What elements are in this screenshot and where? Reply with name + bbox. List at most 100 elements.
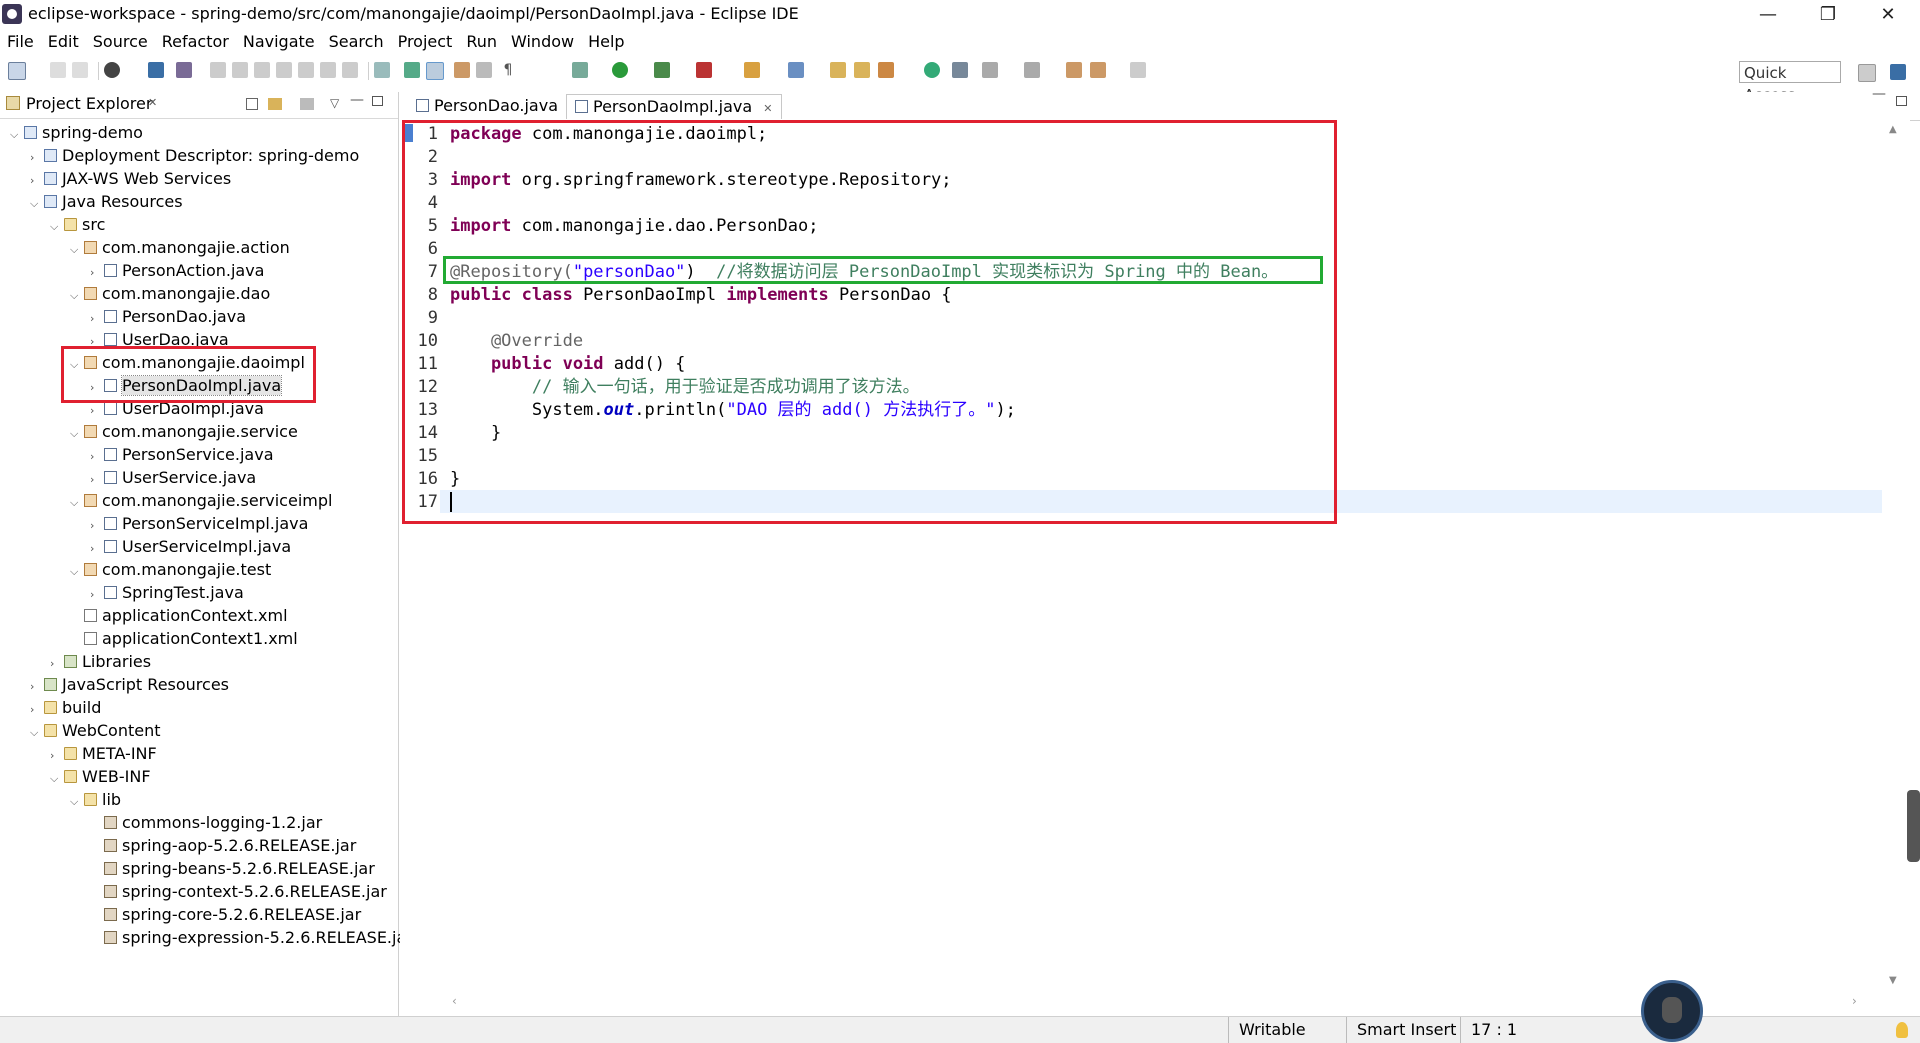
tree-item[interactable]: ⌵ com.manongajie.action — [70, 236, 290, 259]
profile-icon[interactable] — [104, 62, 120, 78]
menu-navigate[interactable]: Navigate — [236, 30, 322, 54]
highlight-icon[interactable] — [426, 62, 444, 80]
chevron-right-icon[interactable]: › — [30, 169, 44, 192]
quick-access-field[interactable]: Quick Access — [1739, 61, 1841, 104]
tree-item[interactable]: › Deployment Descriptor: spring-demo — [30, 144, 359, 167]
minimize-editor-icon[interactable]: — — [1872, 86, 1886, 102]
tree-item[interactable]: ⌵ spring-demo — [10, 121, 143, 144]
tree-item[interactable]: › JAX-WS Web Services — [30, 167, 231, 190]
tree-item[interactable]: ⌵ com.manongajie.service — [70, 420, 298, 443]
run-icon[interactable] — [612, 62, 628, 78]
chevron-right-icon[interactable]: › — [90, 583, 104, 606]
scroll-down-icon[interactable]: ▼ — [1889, 975, 1897, 986]
use-step-filters-icon[interactable] — [374, 62, 390, 78]
resume-icon[interactable] — [210, 62, 226, 78]
menu-run[interactable]: Run — [459, 30, 504, 54]
tree-item[interactable]: spring-aop-5.2.6.RELEASE.jar — [90, 834, 356, 857]
chevron-down-icon[interactable]: ⌵ — [30, 192, 44, 215]
new-icon[interactable] — [8, 62, 26, 80]
chevron-right-icon[interactable]: › — [90, 514, 104, 537]
chevron-down-icon[interactable]: ⌵ — [70, 284, 84, 307]
chevron-right-icon[interactable]: › — [50, 652, 64, 675]
chevron-down-icon[interactable]: ⌵ — [70, 422, 84, 445]
collapse-all-icon[interactable] — [246, 98, 258, 110]
chevron-right-icon[interactable]: › — [90, 445, 104, 468]
tree-item[interactable]: applicationContext1.xml — [70, 627, 298, 650]
vertical-scrollbar[interactable]: ▲ ▼ — [1885, 120, 1905, 990]
next-annotation-icon[interactable] — [982, 62, 998, 78]
chevron-right-icon[interactable]: › — [90, 468, 104, 491]
new-java-package-icon[interactable] — [744, 62, 760, 78]
chevron-right-icon[interactable]: › — [90, 307, 104, 330]
tree-item[interactable]: › JavaScript Resources — [30, 673, 229, 696]
tree-item[interactable]: spring-core-5.2.6.RELEASE.jar — [90, 903, 361, 926]
tree-item[interactable]: › Libraries — [50, 650, 151, 673]
tree-item[interactable]: ⌵ com.manongajie.test — [70, 558, 271, 581]
scroll-up-icon[interactable]: ▲ — [1889, 124, 1897, 135]
scroll-left-icon[interactable]: ‹ — [452, 994, 457, 1008]
terminate-icon[interactable] — [254, 62, 270, 78]
menu-search[interactable]: Search — [322, 30, 391, 54]
chevron-right-icon[interactable]: › — [50, 744, 64, 767]
chevron-right-icon[interactable]: › — [30, 698, 44, 721]
tree-item[interactable]: spring-beans-5.2.6.RELEASE.jar — [90, 857, 375, 880]
menu-file[interactable]: File — [0, 30, 41, 54]
tree-item[interactable]: › SpringTest.java — [90, 581, 244, 604]
tree-item[interactable]: ⌵ Java Resources — [30, 190, 183, 213]
tree-item[interactable]: commons-logging-1.2.jar — [90, 811, 322, 834]
web-browser-icon[interactable] — [924, 62, 940, 78]
skip-breakpoints-icon[interactable] — [176, 62, 192, 78]
menu-window[interactable]: Window — [504, 30, 581, 54]
pin-icon[interactable] — [404, 62, 420, 78]
tree-item[interactable]: ⌵ com.manongajie.dao — [70, 282, 270, 305]
forward-icon[interactable] — [1130, 62, 1146, 78]
step-over-icon[interactable] — [320, 62, 336, 78]
last-edit-icon[interactable] — [1066, 62, 1082, 78]
chevron-down-icon[interactable]: ⌵ — [70, 491, 84, 514]
save-all-icon[interactable] — [72, 62, 88, 78]
tree-item[interactable]: spring-expression-5.2.6.RELEASE.jar — [90, 926, 413, 949]
minimize-button[interactable]: — — [1748, 2, 1788, 28]
step-into-icon[interactable] — [298, 62, 314, 78]
menu-refactor[interactable]: Refactor — [155, 30, 236, 54]
chevron-right-icon[interactable]: › — [90, 261, 104, 284]
tree-item[interactable]: › PersonService.java — [90, 443, 274, 466]
view-menu-icon[interactable]: ▽ — [330, 96, 339, 110]
suspend-icon[interactable] — [232, 62, 248, 78]
tree-item[interactable]: ⌵ lib — [70, 788, 121, 811]
chevron-right-icon[interactable]: › — [90, 537, 104, 560]
search-icon[interactable] — [878, 62, 894, 78]
save-icon[interactable] — [50, 62, 66, 78]
chevron-down-icon[interactable]: ⌵ — [30, 721, 44, 744]
lightbulb-icon[interactable] — [1896, 1022, 1908, 1038]
tree-item[interactable]: › build — [30, 696, 101, 719]
pilcrow-icon[interactable]: ¶ — [500, 62, 516, 78]
tab-persondao[interactable]: PersonDao.java — [408, 94, 566, 118]
annotation-icon[interactable] — [952, 62, 968, 78]
tree-item[interactable]: › UserServiceImpl.java — [90, 535, 291, 558]
chevron-down-icon[interactable]: ⌵ — [70, 238, 84, 261]
chevron-right-icon[interactable]: › — [30, 146, 44, 169]
tree-item[interactable]: ⌵ WEB-INF — [50, 765, 151, 788]
chevron-down-icon[interactable]: ⌵ — [50, 215, 64, 238]
menu-project[interactable]: Project — [391, 30, 460, 54]
java-ee-perspective-icon[interactable] — [1890, 64, 1906, 80]
link-with-editor-icon[interactable] — [268, 98, 282, 110]
tree-item[interactable]: › PersonAction.java — [90, 259, 264, 282]
external-tools-icon[interactable] — [696, 62, 712, 78]
maximize-editor-icon[interactable] — [1896, 96, 1907, 106]
close-view-icon[interactable]: ✕ — [148, 96, 157, 109]
coverage-icon[interactable] — [654, 62, 670, 78]
tree-item[interactable]: applicationContext.xml — [70, 604, 288, 627]
close-tab-icon[interactable]: ✕ — [763, 102, 772, 115]
open-type-icon[interactable] — [830, 62, 846, 78]
open-perspective-icon[interactable] — [1858, 64, 1876, 82]
tree-item[interactable]: › META-INF — [50, 742, 157, 765]
tree-item[interactable]: ⌵ src — [50, 213, 105, 236]
open-task-icon[interactable] — [854, 62, 870, 78]
debug-icon[interactable] — [572, 62, 588, 78]
chevron-down-icon[interactable]: ⌵ — [70, 560, 84, 583]
overview-ruler-thumb[interactable] — [1907, 790, 1920, 862]
tree-item[interactable]: ⌵ WebContent — [30, 719, 161, 742]
tree-item[interactable]: › PersonServiceImpl.java — [90, 512, 308, 535]
